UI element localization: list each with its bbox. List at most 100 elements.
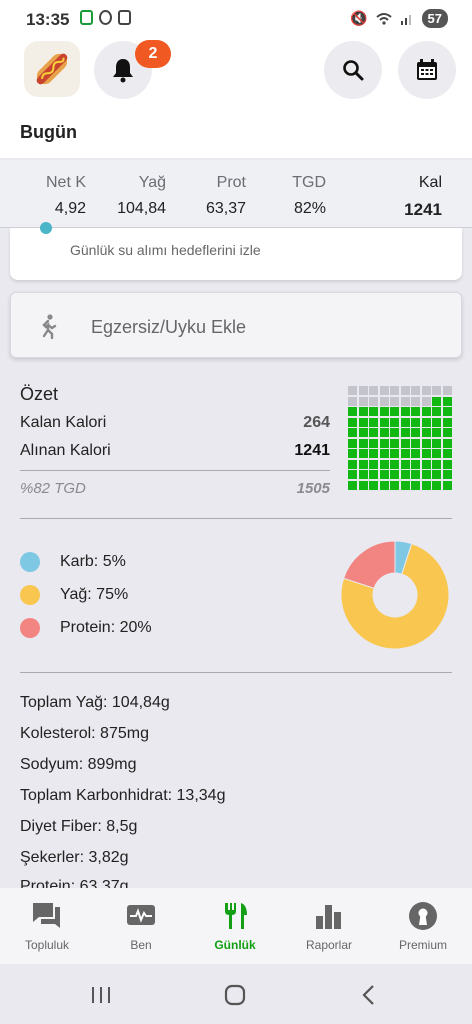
grid-cell [379, 407, 389, 416]
grid-cell [421, 480, 431, 490]
nutrient-total-carbs: Toplam Karbonhidrat: 13,34g [20, 787, 226, 804]
nutrient-total-fat: Toplam Yağ: 104,84g [20, 694, 170, 711]
grid-cell [432, 407, 441, 416]
grid-cell [358, 428, 368, 437]
grid-cell [390, 428, 399, 437]
grid-cell [379, 386, 389, 395]
grid-cell [400, 396, 410, 406]
consumed-calories-value: 1241 [294, 442, 330, 459]
summary-title: Özet [20, 384, 59, 404]
grid-cell [369, 428, 378, 437]
grid-cell [421, 459, 431, 469]
macro-protein: Prot 63,37 [180, 174, 246, 218]
calorie-progress-grid [348, 386, 452, 490]
macro-net-carbs: Net K 4,92 [20, 174, 86, 218]
macro-label: Net K [45, 174, 86, 191]
macro-value: 63,37 [205, 200, 246, 217]
status-bar: 13:35 🔇 57 [0, 0, 472, 38]
grid-cell [432, 417, 441, 427]
grid-cell [432, 459, 441, 469]
recent-apps-button[interactable] [88, 982, 114, 1008]
add-exercise-sleep-button[interactable]: Egzersiz/Uyku Ekle [10, 292, 462, 358]
legend-dot-carbs [20, 552, 40, 572]
consumed-calories-label: Alınan Kalori [20, 442, 111, 459]
search-button[interactable] [324, 41, 382, 99]
macro-label: Kal [418, 174, 442, 191]
legend-protein: Protein: 20% [20, 618, 152, 638]
bell-icon [113, 59, 133, 83]
bar-chart-icon [316, 905, 341, 929]
back-button[interactable] [356, 982, 382, 1008]
nav-gunluk[interactable]: Günlük [188, 900, 282, 952]
grid-cell [442, 386, 452, 395]
mute-icon: 🔇 [350, 10, 368, 26]
grid-cell [379, 428, 389, 437]
remaining-calories-row: Kalan Kalori 264 [20, 414, 330, 432]
avatar[interactable] [24, 41, 80, 97]
home-icon [224, 984, 246, 1006]
grid-cell [390, 407, 399, 416]
remaining-calories-label: Kalan Kalori [20, 414, 107, 431]
grid-cell [358, 470, 368, 479]
grid-cell [442, 480, 452, 490]
keyhole-icon [409, 902, 437, 930]
whatsapp-icon [99, 10, 112, 25]
calendar-button[interactable] [398, 41, 456, 99]
add-exercise-label: Egzersiz/Uyku Ekle [91, 317, 247, 337]
tgd-label: %82 TGD [20, 480, 86, 497]
section-divider [20, 518, 452, 519]
tgd-value: 1505 [296, 480, 330, 497]
heart-pulse-icon [127, 905, 155, 925]
nav-label: Premium [398, 938, 447, 952]
grid-cell [421, 396, 431, 406]
nutrient-sugars: Şekerler: 3,82g [20, 849, 129, 866]
nav-topluluk[interactable]: Topluluk [0, 900, 94, 952]
grid-cell [390, 449, 399, 458]
grid-cell [411, 386, 420, 395]
grid-cell [411, 470, 420, 479]
grid-cell [358, 396, 368, 406]
grid-cell [442, 438, 452, 448]
grid-cell [442, 396, 452, 406]
grid-cell [369, 470, 378, 479]
grid-cell [379, 438, 389, 448]
water-drop-icon [40, 222, 52, 234]
grid-cell [369, 449, 378, 458]
grid-cell [442, 459, 452, 469]
legend-dot-protein [20, 618, 40, 638]
grid-cell [421, 407, 431, 416]
nutrient-sodium: Sodyum: 899mg [20, 756, 137, 773]
grid-cell [432, 449, 441, 458]
nav-raporlar[interactable]: Raporlar [282, 900, 376, 952]
water-card-subtitle: Günlük su alımı hedeflerini izle [70, 242, 261, 258]
nutrient-dietary-fiber: Diyet Fiber: 8,5g [20, 818, 138, 835]
back-icon [362, 985, 374, 1005]
grid-cell [421, 470, 431, 479]
grid-cell [358, 407, 368, 416]
search-icon [343, 60, 364, 81]
wifi-icon [375, 12, 392, 25]
grid-cell [358, 449, 368, 458]
grid-cell [348, 438, 357, 448]
home-button[interactable] [222, 982, 248, 1008]
grid-cell [358, 480, 368, 490]
grid-cell [411, 480, 420, 490]
donut-slice-protein [343, 540, 396, 589]
battery-indicator: 57 [421, 9, 448, 28]
grid-cell [421, 438, 431, 448]
nav-ben[interactable]: Ben [94, 900, 188, 952]
grid-cell [390, 438, 399, 448]
grid-cell [379, 480, 389, 490]
grid-cell [348, 459, 357, 469]
section-divider [20, 672, 452, 673]
grid-cell [348, 428, 357, 437]
macro-calories: Kal 1241 [370, 174, 442, 220]
calendar-icon [417, 59, 437, 80]
grid-cell [411, 438, 420, 448]
status-time: 13:35 [26, 10, 70, 29]
nav-premium[interactable]: Premium [376, 900, 470, 952]
grid-cell [369, 396, 378, 406]
water-tracking-card[interactable]: Günlük su alımı hedeflerini izle [10, 222, 462, 280]
grid-cell [358, 459, 368, 469]
hotdog-avatar-icon [36, 53, 68, 85]
